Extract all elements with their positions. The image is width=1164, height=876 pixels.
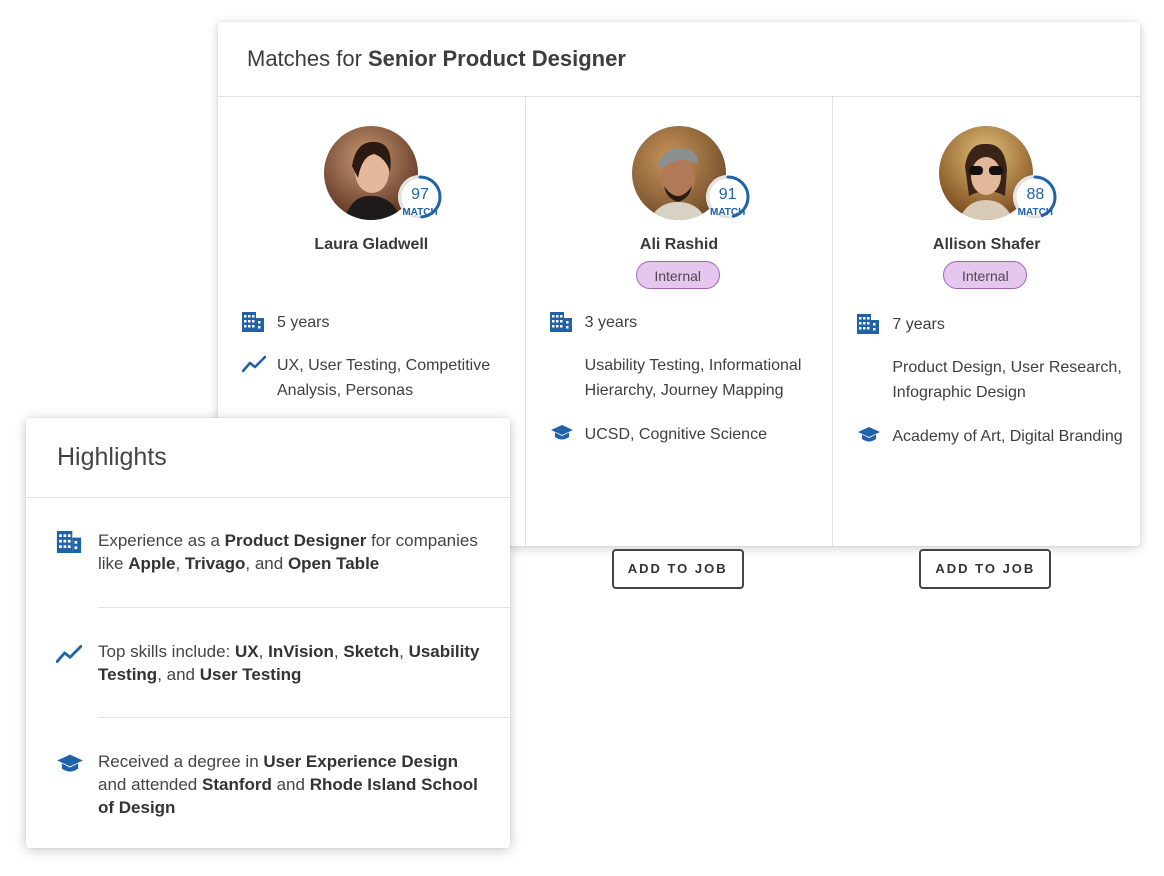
experience-row: 5 years (242, 310, 512, 340)
highlight-item: Received a degree in User Experience Des… (26, 718, 510, 819)
match-score-label: MATCH (1017, 207, 1054, 218)
highlight-text-part: Stanford (201, 775, 272, 794)
highlight-text-part: User Testing (199, 665, 302, 684)
highlights-card: Highlights Experience as a Product Desig… (26, 418, 510, 848)
highlight-text-part: InVision (268, 642, 334, 661)
avatar-container: 88 MATCH (939, 126, 1058, 222)
match-score-value: 91 (718, 186, 737, 203)
experience-text: 7 years (892, 316, 945, 333)
building-icon (56, 529, 98, 607)
internal-badge: Internal (943, 261, 1028, 289)
match-score-label: MATCH (709, 207, 746, 218)
candidate-name[interactable]: Allison Shafer (833, 236, 1140, 254)
match-score-value: 97 (411, 186, 429, 203)
highlight-text-part: Trivago (184, 554, 246, 573)
candidate-name[interactable]: Laura Gladwell (218, 236, 525, 254)
graduation-cap-icon (857, 424, 892, 452)
highlight-text: Top skills include: UX, InVision, Sketch… (98, 640, 510, 717)
candidate-card: 88 MATCH Allison Shafer Internal 7 years… (832, 97, 1140, 589)
highlight-text-part: Apple (128, 554, 176, 573)
internal-badge: Internal (635, 261, 720, 289)
highlight-text-part: , and (245, 554, 288, 573)
add-to-job-button[interactable]: ADD TO JOB (919, 549, 1052, 589)
match-score-ring: 88 MATCH (1011, 173, 1063, 225)
education-row: UCSD, Cognitive Science (550, 422, 820, 450)
matches-header: Matches for Senior Product Designer (218, 22, 1140, 97)
match-score-value: 88 (1026, 186, 1045, 203)
highlight-text: Experience as a Product Designer for com… (98, 529, 510, 607)
experience-row: 7 years (857, 312, 1127, 342)
skills-row: Usability Testing, Informational Hierarc… (550, 353, 820, 403)
candidate-card: 91 MATCH Ali Rashid Internal 3 years Usa… (524, 97, 833, 589)
highlight-text-part: and attended (98, 775, 202, 794)
highlight-text-part: , (399, 642, 409, 661)
education-text: UCSD, Cognitive Science (584, 426, 767, 443)
trend-chart-icon (55, 640, 98, 717)
building-icon (242, 310, 277, 340)
avatar-container: 91 MATCH (631, 126, 750, 222)
match-score-label: MATCH (402, 207, 438, 218)
skills-text: Usability Testing, Informational Hierarc… (584, 357, 802, 399)
match-score-ring: 97 MATCH (396, 173, 448, 225)
graduation-cap-icon (550, 422, 585, 450)
highlights-title: Highlights (26, 418, 510, 498)
education-text: Academy of Art, Digital Branding (892, 428, 1123, 445)
highlight-text-part: User Experience Design (263, 752, 459, 771)
highlight-item: Experience as a Product Designer for com… (26, 498, 510, 607)
education-row: Academy of Art, Digital Branding (857, 424, 1127, 452)
avatar-container: 97 MATCH (324, 126, 442, 222)
highlight-text-part: , (258, 642, 269, 661)
matches-title-role: Senior Product Designer (367, 46, 626, 71)
experience-text: 3 years (584, 314, 638, 331)
highlight-text-part: Sketch (343, 642, 400, 661)
highlight-text-part: Experience as a (98, 531, 225, 550)
highlight-text-part: , (333, 642, 344, 661)
highlight-text-part: and (271, 775, 310, 794)
highlight-text-part: UX (235, 642, 259, 661)
experience-row: 3 years (549, 310, 820, 340)
highlight-item: Top skills include: UX, InVision, Sketch… (26, 608, 510, 717)
highlight-text-part: , and (157, 665, 200, 684)
match-score-ring: 91 MATCH (704, 173, 756, 225)
highlight-text-part: , (175, 554, 185, 573)
candidate-name[interactable]: Ali Rashid (526, 236, 833, 254)
graduation-cap-icon (56, 750, 98, 819)
skills-text: UX, User Testing, Competitive Analysis, … (277, 357, 491, 399)
experience-text: 5 years (277, 314, 330, 331)
building-icon (857, 312, 892, 342)
skills-text: Product Design, User Research, Infograph… (892, 359, 1122, 401)
skills-row: UX, User Testing, Competitive Analysis, … (241, 353, 512, 403)
matches-title-prefix: Matches for (247, 46, 362, 71)
skills-row: Product Design, User Research, Infograph… (857, 355, 1127, 405)
highlight-text-part: Product Designer (224, 531, 367, 550)
highlight-text-part: Received a degree in (98, 752, 264, 771)
add-to-job-button[interactable]: ADD TO JOB (611, 549, 744, 589)
trend-chart-icon (241, 353, 277, 403)
building-icon (549, 310, 585, 340)
highlight-text: Received a degree in User Experience Des… (98, 750, 510, 819)
highlight-text-part: Top skills include: (98, 642, 236, 661)
highlight-text-part: Open Table (287, 554, 380, 573)
